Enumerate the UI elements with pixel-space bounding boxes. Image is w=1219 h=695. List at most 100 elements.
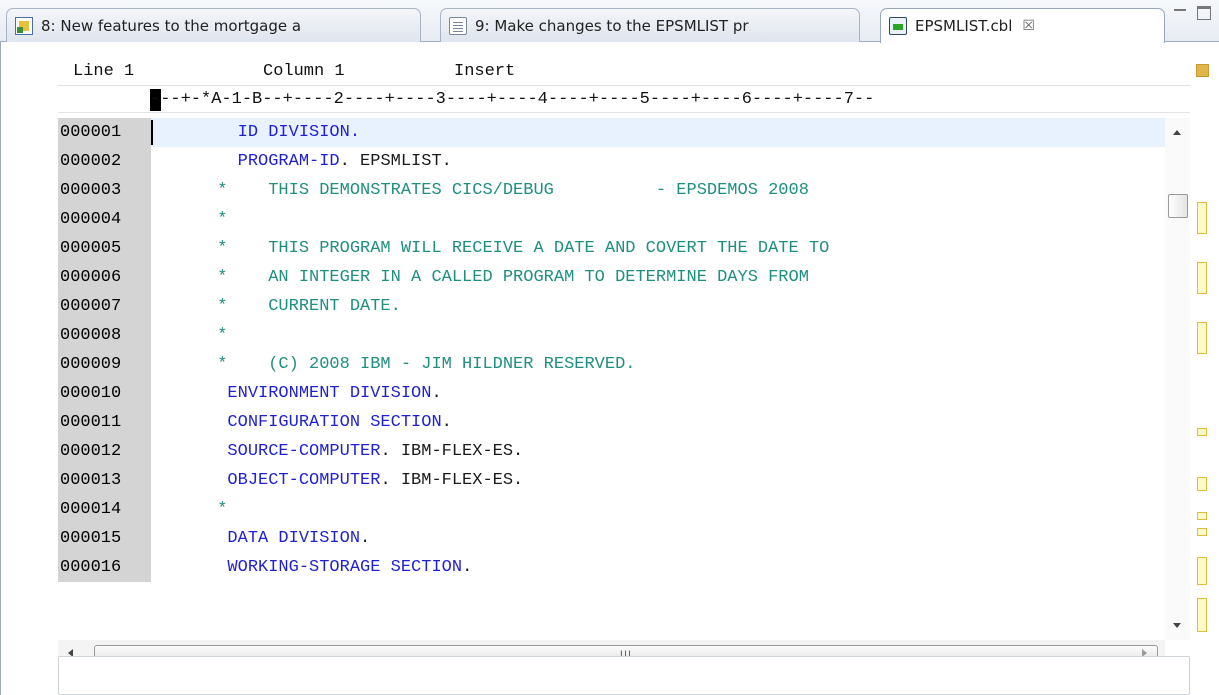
line-number: 000001 (58, 118, 151, 147)
keyword-token: DATA DIVISION (156, 529, 361, 548)
text-token: . (431, 384, 442, 403)
line-number: 000004 (58, 205, 151, 234)
vertical-scroll-thumb[interactable] (1168, 194, 1188, 218)
keyword-token: ENVIRONMENT DIVISION (156, 384, 432, 403)
code-line[interactable]: 000010 ENVIRONMENT DIVISION. (58, 379, 1170, 408)
code-line[interactable]: 000005 * THIS PROGRAM WILL RECEIVE A DAT… (58, 234, 1170, 263)
code-line[interactable]: 000007 * CURRENT DATE. (58, 292, 1170, 321)
overview-marker[interactable] (1197, 477, 1207, 491)
text-token: . (441, 413, 452, 432)
code-line[interactable]: 000006 * AN INTEGER IN A CALLED PROGRAM … (58, 263, 1170, 292)
text-caret (151, 120, 153, 145)
line-number: 000006 (58, 263, 151, 292)
cobol-editor: Line 1 Column 1 Insert ---+-*A-1-B--+---… (0, 42, 1219, 695)
document-icon (449, 16, 467, 35)
vertical-scrollbar[interactable] (1165, 118, 1190, 640)
overview-marker[interactable] (1197, 322, 1207, 354)
line-indicator: Line 1 (73, 62, 135, 81)
comment-token: * THIS DEMONSTRATES CICS/DEBUG - EPSDEMO… (156, 181, 809, 200)
keyword-token: OBJECT-COMPUTER (156, 471, 381, 490)
keyword-token: WORKING-STORAGE SECTION (156, 558, 463, 577)
code-line[interactable]: 000011 CONFIGURATION SECTION. (58, 408, 1170, 437)
text-token: . (360, 529, 371, 548)
line-number: 000012 (58, 437, 151, 466)
tab-task-8[interactable]: 8: New features to the mortgage a (6, 8, 421, 42)
comment-token: * (156, 210, 228, 229)
overview-marker[interactable] (1197, 557, 1207, 585)
cobol-file-icon (889, 17, 907, 35)
code-text: * (C) 2008 IBM - JIM HILDNER RESERVED. (156, 350, 635, 379)
keyword-token: PROGRAM-ID (156, 152, 340, 171)
code-text: ID DIVISION. (156, 118, 360, 147)
code-line[interactable]: 000004 * (58, 205, 1170, 234)
code-line[interactable]: 000008 * (58, 321, 1170, 350)
line-number: 000007 (58, 292, 151, 321)
editor-tab-bar: 8: New features to the mortgage a 9: Mak… (0, 0, 1219, 43)
comment-token: * (C) 2008 IBM - JIM HILDNER RESERVED. (156, 355, 636, 374)
comment-token: * CURRENT DATE. (156, 297, 401, 316)
overview-marker[interactable] (1197, 512, 1207, 520)
column-indicator: Column 1 (263, 62, 345, 81)
code-text: OBJECT-COMPUTER. IBM-FLEX-ES. (156, 466, 523, 495)
code-line[interactable]: 000002 PROGRAM-ID. EPSMLIST. (58, 147, 1170, 176)
line-number: 000013 (58, 466, 151, 495)
code-area[interactable]: 000001 ID DIVISION. 000002 PROGRAM-ID. EP… (58, 118, 1170, 582)
code-text: SOURCE-COMPUTER. IBM-FLEX-ES. (156, 437, 523, 466)
comment-token: * THIS PROGRAM WILL RECEIVE A DATE AND C… (156, 239, 830, 258)
code-line[interactable]: 000001 ID DIVISION. (58, 118, 1170, 147)
minimize-icon[interactable] (1173, 6, 1187, 20)
tab-task-9[interactable]: 9: Make changes to the EPSMLIST pr (440, 8, 860, 42)
code-line[interactable]: 000015 DATA DIVISION. (58, 524, 1170, 553)
code-text: * THIS PROGRAM WILL RECEIVE A DATE AND C… (156, 234, 829, 263)
line-number: 000008 (58, 321, 151, 350)
code-line[interactable]: 000009 * (C) 2008 IBM - JIM HILDNER RESE… (58, 350, 1170, 379)
text-token: . IBM-FLEX-ES. (380, 442, 524, 461)
ruler-text: ---+-*A-1-B--+----2----+----3----+----4-… (150, 90, 875, 109)
tab-label: 9: Make changes to the EPSMLIST pr (475, 16, 749, 35)
scroll-down-icon[interactable] (1173, 623, 1181, 628)
tab-label: EPSMLIST.cbl (915, 17, 1013, 35)
line-number: 000016 (58, 553, 151, 582)
code-text: * (156, 321, 227, 350)
maximize-icon[interactable] (1197, 6, 1211, 20)
overview-marker[interactable] (1197, 262, 1207, 294)
overview-marker[interactable] (1197, 598, 1207, 632)
overview-marker[interactable] (1197, 428, 1207, 436)
code-line[interactable]: 000014 * (58, 495, 1170, 524)
comment-token: * (156, 326, 228, 345)
line-number: 000009 (58, 350, 151, 379)
overview-marker[interactable] (1197, 202, 1207, 234)
line-number: 000014 (58, 495, 151, 524)
code-text: * THIS DEMONSTRATES CICS/DEBUG - EPSDEMO… (156, 176, 809, 205)
tab-epsmlist-cbl[interactable]: EPSMLIST.cbl ☒ (880, 8, 1165, 43)
line-number: 000002 (58, 147, 151, 176)
keyword-token: ID DIVISION. (156, 123, 361, 142)
code-line[interactable]: 000003 * THIS DEMONSTRATES CICS/DEBUG - … (58, 176, 1170, 205)
keyword-token: SOURCE-COMPUTER (156, 442, 381, 461)
line-number: 000010 (58, 379, 151, 408)
scroll-up-icon[interactable] (1173, 130, 1181, 135)
overview-ruler[interactable] (1190, 42, 1219, 695)
code-text: CONFIGURATION SECTION. (156, 408, 452, 437)
line-number: 000003 (58, 176, 151, 205)
code-line[interactable]: 000012 SOURCE-COMPUTER. IBM-FLEX-ES. (58, 437, 1170, 466)
comment-token: * AN INTEGER IN A CALLED PROGRAM TO DETE… (156, 268, 809, 287)
overview-marker[interactable] (1197, 528, 1207, 536)
close-icon[interactable]: ☒ (1022, 18, 1035, 34)
text-token: . (462, 558, 473, 577)
keyword-token: CONFIGURATION SECTION (156, 413, 442, 432)
code-text: DATA DIVISION. (156, 524, 370, 553)
warning-summary-icon[interactable] (1196, 64, 1209, 77)
window-controls (1173, 6, 1211, 20)
code-text: * (156, 205, 227, 234)
code-text: ENVIRONMENT DIVISION. (156, 379, 442, 408)
code-line[interactable]: 000016 WORKING-STORAGE SECTION. (58, 553, 1170, 582)
code-text: * CURRENT DATE. (156, 292, 401, 321)
text-token: . EPSMLIST. (339, 152, 452, 171)
code-line[interactable]: 000013 OBJECT-COMPUTER. IBM-FLEX-ES. (58, 466, 1170, 495)
text-token: . IBM-FLEX-ES. (380, 471, 524, 490)
task-icon (15, 16, 33, 35)
command-line-input[interactable] (58, 656, 1190, 695)
line-number: 000005 (58, 234, 151, 263)
line-number: 000011 (58, 408, 151, 437)
